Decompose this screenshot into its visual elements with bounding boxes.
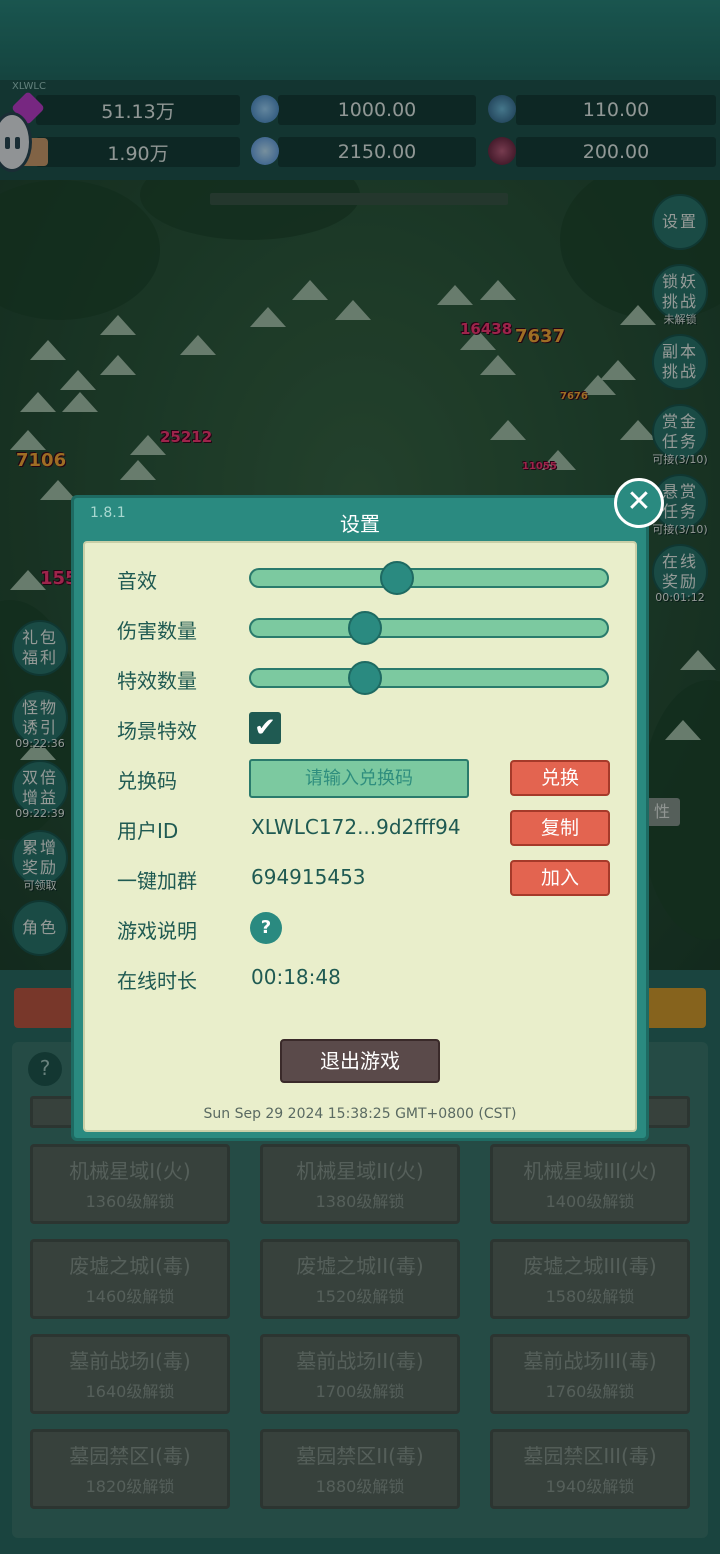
join-group-label: 一键加群 xyxy=(117,869,197,893)
slider-handle[interactable] xyxy=(379,561,414,595)
timestamp: Sun Sep 29 2024 15:38:25 GMT+0800 (CST) xyxy=(203,1106,517,1122)
slider-handle[interactable] xyxy=(347,611,382,645)
sound-label: 音效 xyxy=(117,569,157,593)
user-id-value: XLWLC172...9d2fff94 xyxy=(251,815,461,839)
redeem-button[interactable]: 兑换 xyxy=(510,760,610,796)
user-id-label: 用户ID xyxy=(117,819,179,843)
redeem-code-label: 兑换码 xyxy=(117,769,177,793)
help-icon[interactable]: ? xyxy=(250,912,282,944)
game-guide-label: 游戏说明 xyxy=(117,919,197,943)
damage-count-label: 伤害数量 xyxy=(117,619,197,643)
damage-count-slider[interactable] xyxy=(249,611,609,645)
effect-count-label: 特效数量 xyxy=(117,669,197,693)
scene-effect-label: 场景特效 xyxy=(117,719,197,743)
online-time-value: 00:18:48 xyxy=(251,965,341,989)
scene-effect-checkbox[interactable]: ✔ xyxy=(249,712,281,744)
copy-button[interactable]: 复制 xyxy=(510,810,610,846)
redeem-code-input[interactable] xyxy=(249,759,469,798)
close-icon[interactable]: ✕ xyxy=(614,478,664,528)
online-time-label: 在线时长 xyxy=(117,969,197,993)
group-number: 694915453 xyxy=(251,865,366,889)
slider-handle[interactable] xyxy=(347,661,382,695)
settings-title: 设置 xyxy=(340,512,380,536)
effect-count-slider[interactable] xyxy=(249,661,609,695)
join-button[interactable]: 加入 xyxy=(510,860,610,896)
quit-game-button[interactable]: 退出游戏 xyxy=(280,1039,440,1083)
sound-slider[interactable] xyxy=(249,561,609,595)
